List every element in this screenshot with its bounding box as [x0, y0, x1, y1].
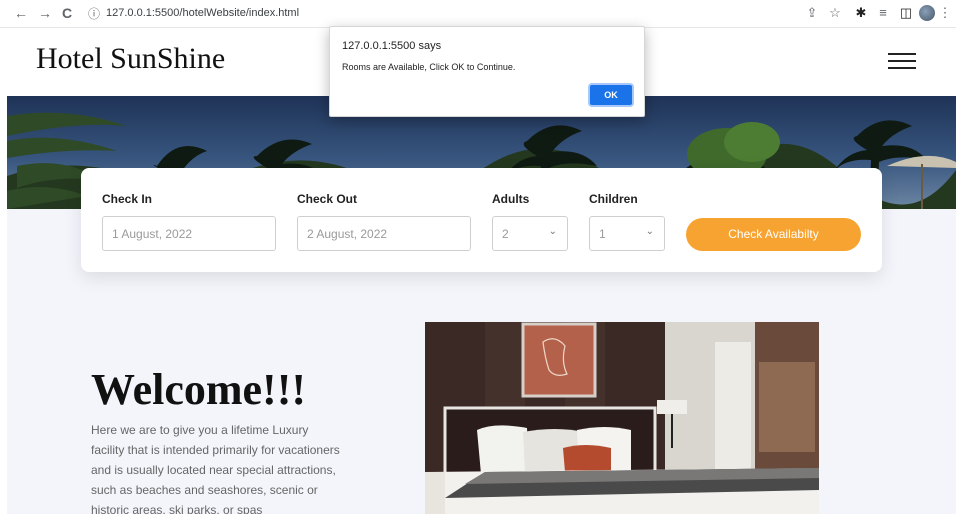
- children-select[interactable]: 1 ⌄: [589, 216, 665, 251]
- browser-menu-icon[interactable]: ⋮: [938, 4, 952, 22]
- adults-label: Adults: [492, 192, 530, 206]
- info-icon[interactable]: ⓘ: [88, 5, 100, 22]
- hotel-room-image: [425, 322, 819, 514]
- alert-ok-button[interactable]: OK: [588, 83, 634, 107]
- hamburger-menu-icon[interactable]: [888, 51, 916, 71]
- browser-toolbar: ← → C ⓘ 127.0.0.1:5500/hotelWebsite/inde…: [0, 0, 956, 28]
- chevron-down-icon: ⌄: [645, 226, 654, 237]
- welcome-description: Here we are to give you a lifetime Luxur…: [91, 423, 340, 514]
- adults-select[interactable]: 2 ⌄: [492, 216, 568, 251]
- booking-form: Check In 1 August, 2022 Check Out 2 Augu…: [81, 168, 882, 272]
- extensions-icon[interactable]: ✱: [852, 4, 870, 22]
- address-bar[interactable]: ⓘ 127.0.0.1:5500/hotelWebsite/index.html: [80, 4, 800, 24]
- site-logo[interactable]: Hotel SunShine: [36, 42, 225, 76]
- forward-icon[interactable]: →: [36, 4, 54, 22]
- media-icon[interactable]: ≡: [874, 4, 892, 22]
- children-value: 1: [599, 227, 606, 241]
- star-icon[interactable]: ☆: [826, 4, 844, 22]
- welcome-heading: Welcome!!!: [91, 365, 306, 414]
- children-label: Children: [589, 192, 638, 206]
- url-text[interactable]: 127.0.0.1:5500/hotelWebsite/index.html: [106, 7, 299, 19]
- adults-value: 2: [502, 227, 509, 241]
- side-panel-icon[interactable]: ◫: [897, 4, 915, 22]
- check-out-label: Check Out: [297, 192, 358, 206]
- back-icon[interactable]: ←: [12, 4, 30, 22]
- check-in-label: Check In: [102, 192, 153, 206]
- check-in-input[interactable]: 1 August, 2022: [102, 216, 276, 251]
- share-icon[interactable]: ⇪: [803, 4, 821, 22]
- alert-message: Rooms are Available, Click OK to Continu…: [342, 62, 516, 72]
- reload-icon[interactable]: C: [58, 4, 76, 22]
- alert-title: 127.0.0.1:5500 says: [342, 40, 442, 52]
- alert-dialog: 127.0.0.1:5500 says Rooms are Available,…: [329, 26, 645, 117]
- profile-avatar[interactable]: [919, 5, 935, 21]
- chevron-down-icon: ⌄: [548, 226, 557, 237]
- check-availability-button[interactable]: Check Availabilty: [686, 218, 861, 251]
- check-out-input[interactable]: 2 August, 2022: [297, 216, 471, 251]
